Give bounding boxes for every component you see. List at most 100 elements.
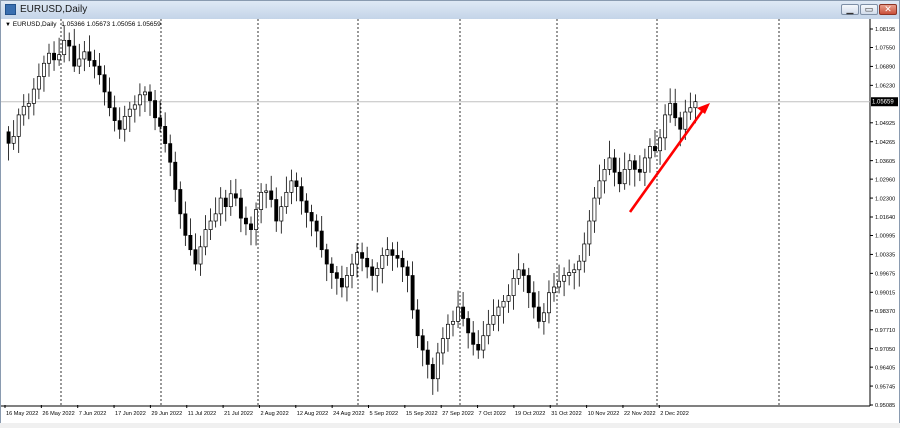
candle-body [62, 39, 67, 56]
candle-body [107, 91, 112, 109]
price-tick-label: 1.06230 [875, 84, 895, 90]
candle [597, 164, 602, 205]
candle-body [451, 321, 455, 325]
close-button[interactable]: ✕ [879, 4, 897, 15]
candle-body [587, 220, 592, 245]
candle-body [678, 117, 683, 130]
candle [481, 321, 486, 359]
price-tick-label: 1.07550 [875, 46, 895, 52]
time-tick-label: 2 Aug 2022 [260, 411, 288, 417]
candle-body [400, 257, 405, 268]
candle [238, 189, 243, 233]
price-tick-label: 1.00335 [875, 253, 895, 259]
candle [395, 241, 400, 268]
maximize-button[interactable]: ▭ [860, 4, 878, 15]
chart-canvas[interactable]: 1.08195 1.07550 1.06890 1.06230 1.04925 1.042… [1, 19, 899, 423]
candle-body [36, 76, 41, 90]
candle-body [461, 306, 466, 319]
candle-body [304, 200, 309, 213]
time-tick-label: 24 Aug 2022 [333, 411, 364, 417]
candle-body [688, 107, 693, 113]
candle [663, 104, 668, 151]
candle-body [506, 295, 511, 302]
candle [72, 28, 77, 72]
window-titlebar[interactable]: EURUSD,Daily ▁ ▭ ✕ [1, 1, 899, 20]
candle-body [72, 45, 77, 67]
candle-body [562, 275, 567, 282]
candle-body [309, 212, 314, 222]
candle [673, 88, 678, 127]
time-tick-label: 17 Jun 2022 [115, 411, 146, 417]
candle [627, 153, 632, 186]
candle-body [673, 103, 678, 119]
candle [521, 263, 526, 292]
time-tick-label: 27 Sep 2022 [442, 411, 474, 417]
candle-body [269, 190, 274, 200]
candle [31, 78, 36, 116]
candle-body [249, 223, 253, 230]
candle-body [496, 306, 501, 317]
candle [345, 267, 349, 302]
candle [279, 196, 284, 234]
candle-body [52, 52, 57, 61]
candle-body [334, 272, 339, 279]
candle-body [183, 213, 188, 236]
time-tick-label: 26 May 2022 [42, 411, 74, 417]
time-tick-label: 11 Jul 2022 [188, 411, 217, 417]
candle [163, 112, 168, 153]
candle [87, 35, 92, 67]
ohlc-readout: 1.05366 1.05673 1.05056 1.05659 [61, 21, 161, 28]
trend-arrow-head [697, 103, 710, 114]
candle-body [57, 54, 62, 61]
candle-body [577, 260, 582, 271]
time-tick-label: 10 Nov 2022 [588, 411, 620, 417]
candle-body [380, 255, 385, 269]
minimize-button[interactable]: ▁ [841, 4, 859, 15]
candle-body [486, 323, 491, 337]
price-tick-label: 1.02300 [875, 196, 895, 202]
candle [486, 309, 491, 345]
candle-body [87, 51, 92, 61]
candle [360, 242, 365, 272]
candle-body [425, 349, 430, 365]
candle-body [264, 190, 269, 193]
candle [314, 214, 319, 248]
candle [572, 263, 577, 290]
candle [203, 215, 208, 256]
candle [617, 157, 622, 193]
price-tick-label: 1.02960 [875, 177, 895, 183]
candle [350, 253, 354, 289]
candle-body [642, 157, 647, 173]
time-tick-label: 7 Oct 2022 [479, 411, 506, 417]
candle [334, 266, 339, 295]
candle-body [198, 246, 203, 265]
candle-body [289, 180, 294, 193]
price-tick-label: 1.04265 [875, 140, 895, 146]
candle-body [395, 255, 400, 259]
candle-body [173, 161, 178, 190]
candle [501, 294, 506, 324]
price-chart[interactable]: 1.08195 1.07550 1.06890 1.06230 1.04925 1.042… [1, 19, 899, 423]
minimize-icon: ▁ [846, 4, 854, 14]
candle-body [592, 197, 597, 222]
candle-body [163, 126, 168, 144]
candle-body [228, 193, 233, 208]
candle-body [511, 278, 516, 296]
chart-app-icon [5, 4, 16, 15]
candle [107, 77, 112, 117]
candle-body [693, 101, 698, 109]
current-price-label: 1.05659 [872, 100, 894, 106]
candle [137, 83, 142, 117]
candle-body [481, 335, 486, 351]
candle-body [420, 335, 425, 351]
candle [168, 134, 173, 177]
candle-body [137, 94, 142, 106]
candle-body [355, 252, 360, 265]
candle [415, 299, 420, 348]
candle [365, 246, 370, 279]
candle [188, 218, 193, 256]
candle-body [668, 103, 673, 116]
chart-symbol-label: EURUSD,Daily [12, 21, 57, 28]
time-tick-label: 7 Jun 2022 [79, 411, 107, 417]
candle-body [663, 114, 668, 139]
